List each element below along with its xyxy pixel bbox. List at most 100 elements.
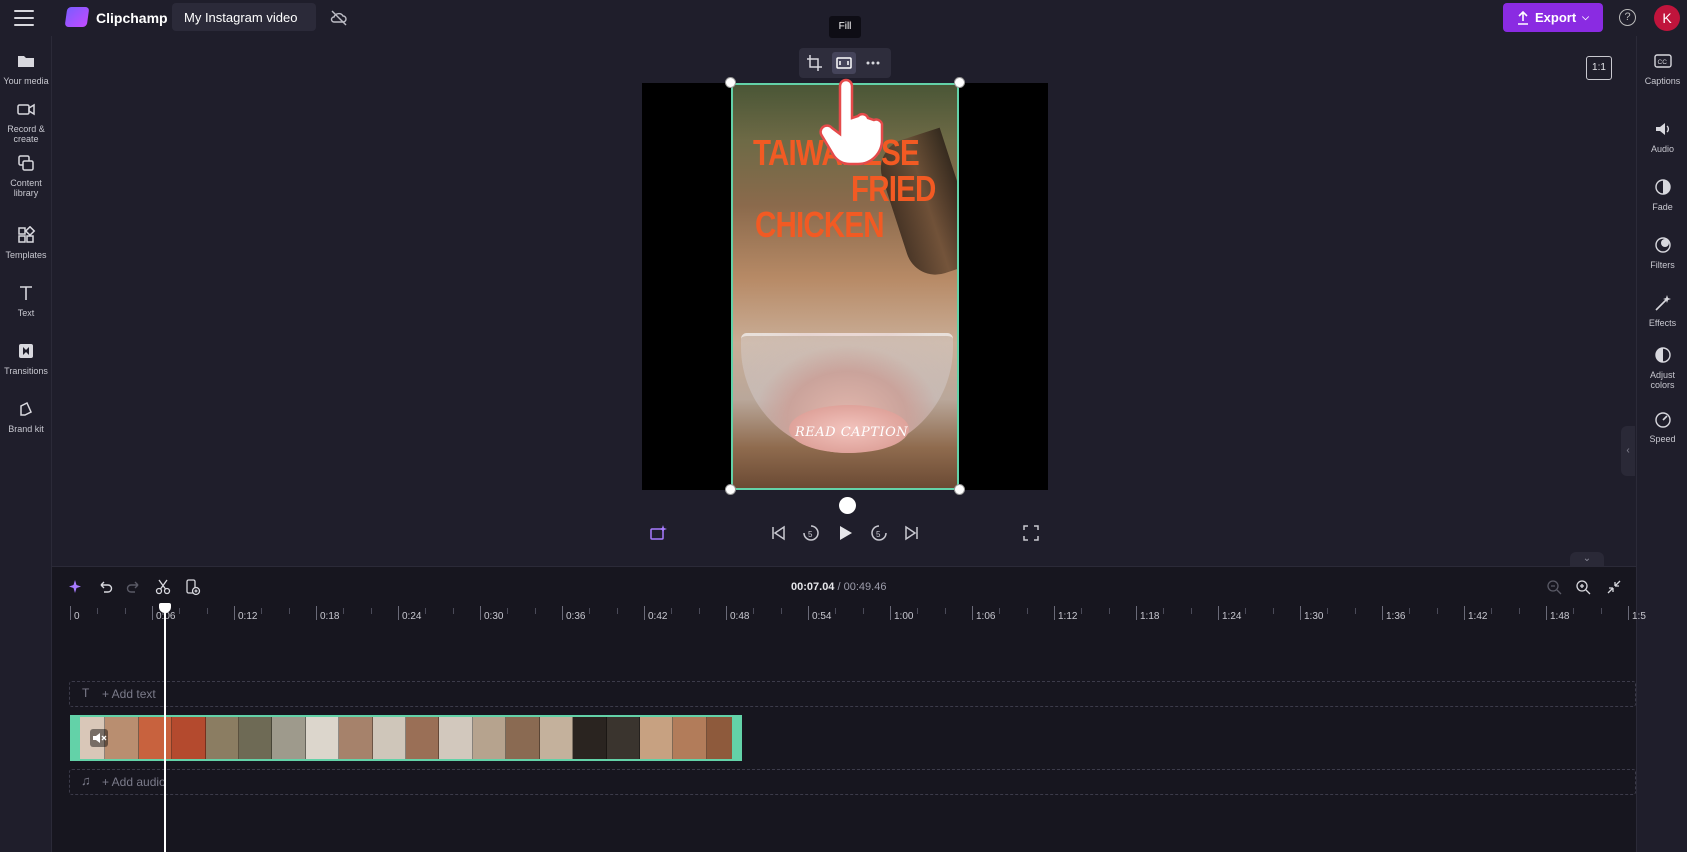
ruler-minor-tick bbox=[1600, 608, 1602, 614]
sidebar-item-label: Your media bbox=[3, 76, 49, 86]
clip-thumbnail bbox=[606, 717, 640, 759]
upload-icon bbox=[1518, 10, 1528, 25]
resize-handle-top-right[interactable] bbox=[954, 77, 965, 88]
add-text-track[interactable]: T + Add text bbox=[69, 681, 1636, 707]
ruler-minor-tick bbox=[671, 608, 673, 614]
ruler-tick bbox=[890, 606, 891, 620]
sidebar-item-captions[interactable]: CC Captions bbox=[1637, 52, 1687, 86]
fit-timeline-icon[interactable] bbox=[1605, 578, 1623, 596]
zoom-in-icon[interactable] bbox=[1574, 578, 1592, 596]
collapse-right-panel-button[interactable]: ‹ bbox=[1621, 426, 1635, 476]
resize-handle-bottom-right[interactable] bbox=[954, 484, 965, 495]
menu-icon[interactable] bbox=[14, 10, 34, 26]
ruler-tick-label: 0:30 bbox=[484, 611, 504, 622]
ruler-minor-tick bbox=[1108, 608, 1110, 614]
export-button[interactable]: Export ⌵ bbox=[1503, 3, 1603, 32]
sidebar-item-label: Content bbox=[10, 178, 42, 188]
ruler-tick bbox=[234, 606, 235, 620]
ruler-minor-tick bbox=[1436, 608, 1438, 614]
total-time: / 00:49.46 bbox=[837, 581, 887, 593]
ruler-minor-tick bbox=[944, 608, 946, 614]
crop-icon[interactable] bbox=[803, 52, 827, 74]
sidebar-item-transitions[interactable]: Transitions bbox=[0, 342, 52, 376]
sidebar-item-templates[interactable]: Templates bbox=[0, 225, 52, 260]
play-icon[interactable] bbox=[835, 523, 855, 543]
sidebar-item-speed[interactable]: Speed bbox=[1637, 410, 1687, 444]
video-clip[interactable] bbox=[70, 715, 742, 761]
fill-icon[interactable] bbox=[832, 52, 856, 74]
add-media-icon[interactable] bbox=[183, 578, 201, 596]
svg-text:5: 5 bbox=[876, 530, 881, 539]
rewind-5-icon[interactable]: 5 bbox=[801, 523, 821, 543]
sidebar-item-audio[interactable]: Audio bbox=[1637, 120, 1687, 154]
playhead[interactable] bbox=[164, 606, 166, 852]
ruler-minor-tick bbox=[1163, 608, 1165, 614]
sidebar-item-adjust-colors[interactable]: Adjust colors bbox=[1637, 346, 1687, 390]
muted-speaker-icon[interactable] bbox=[90, 729, 108, 747]
ruler-tick bbox=[808, 606, 809, 620]
clip-thumbnail bbox=[639, 717, 674, 759]
ruler-tick-label: 0:36 bbox=[566, 611, 586, 622]
fullscreen-icon[interactable] bbox=[1021, 523, 1041, 543]
sidebar-item-label: Speed bbox=[1649, 434, 1676, 444]
ruler-tick bbox=[972, 606, 973, 620]
sidebar-item-your-media[interactable]: Your media bbox=[0, 52, 52, 86]
rotate-handle-icon[interactable] bbox=[839, 497, 856, 514]
ruler-tick bbox=[1218, 606, 1219, 620]
sidebar-item-record-create[interactable]: Record & create bbox=[0, 100, 52, 144]
ruler-minor-tick bbox=[124, 608, 126, 614]
ruler-tick-label: 1:5 bbox=[1632, 611, 1646, 622]
project-title-input[interactable]: My Instagram video bbox=[172, 3, 316, 31]
clip-trim-handle-right[interactable] bbox=[732, 715, 742, 761]
ruler-minor-tick bbox=[507, 608, 509, 614]
sidebar-item-fade[interactable]: Fade bbox=[1637, 178, 1687, 212]
undo-icon[interactable] bbox=[96, 578, 114, 596]
ruler-minor-tick bbox=[917, 608, 919, 614]
skip-to-end-icon[interactable] bbox=[902, 523, 922, 543]
resize-handle-bottom-left[interactable] bbox=[725, 484, 736, 495]
ruler-tick-label: 1:36 bbox=[1386, 611, 1406, 622]
more-options-icon[interactable] bbox=[861, 52, 885, 74]
help-icon[interactable]: ? bbox=[1619, 9, 1636, 26]
magic-edit-icon[interactable] bbox=[648, 523, 668, 543]
clip-thumbnail bbox=[506, 717, 540, 759]
resize-handle-top-left[interactable] bbox=[725, 77, 736, 88]
ruler-minor-tick bbox=[999, 608, 1001, 614]
ruler-minor-tick bbox=[343, 608, 345, 614]
magic-sparkle-icon[interactable] bbox=[67, 578, 85, 596]
clip-trim-handle-left[interactable] bbox=[70, 715, 80, 761]
ruler-minor-tick bbox=[780, 608, 782, 614]
aspect-ratio-button[interactable]: 1:1 bbox=[1586, 56, 1612, 80]
forward-5-icon[interactable]: 5 bbox=[869, 523, 889, 543]
ruler-tick-label: 1:06 bbox=[976, 611, 996, 622]
sidebar-item-text[interactable]: Text bbox=[0, 284, 52, 318]
add-audio-track[interactable]: ♫ + Add audio bbox=[69, 769, 1636, 795]
ruler-minor-tick bbox=[616, 608, 618, 614]
filters-icon bbox=[1654, 237, 1671, 253]
app-name: Clipchamp bbox=[96, 10, 168, 26]
svg-text:5: 5 bbox=[808, 530, 813, 539]
clip-thumbnail bbox=[673, 717, 707, 759]
sidebar-item-filters[interactable]: Filters bbox=[1637, 236, 1687, 270]
ruler-tick bbox=[398, 606, 399, 620]
avatar[interactable]: K bbox=[1654, 5, 1680, 31]
ruler-tick bbox=[644, 606, 645, 620]
ruler-minor-tick bbox=[1518, 608, 1520, 614]
sidebar-item-brand-kit[interactable]: Brand kit bbox=[0, 400, 52, 434]
skip-to-start-icon[interactable] bbox=[768, 523, 788, 543]
export-label: Export bbox=[1535, 10, 1577, 25]
sidebar-item-content-library[interactable]: Content library bbox=[0, 154, 52, 198]
brand-kit-icon bbox=[20, 401, 32, 416]
clip-thumbnail bbox=[239, 717, 273, 759]
sidebar-item-label: Transitions bbox=[4, 366, 48, 376]
sidebar-item-effects[interactable]: Effects bbox=[1637, 294, 1687, 328]
cloud-off-icon[interactable] bbox=[330, 9, 348, 27]
ruler-tick-label: 1:12 bbox=[1058, 611, 1078, 622]
ruler-tick-label: 0:48 bbox=[730, 611, 750, 622]
ruler-minor-tick bbox=[97, 608, 99, 614]
captions-icon: CC bbox=[1653, 54, 1672, 68]
add-audio-label: + Add audio bbox=[102, 775, 166, 789]
collapse-preview-button[interactable]: ⌄ bbox=[1570, 552, 1604, 566]
split-scissors-icon[interactable] bbox=[154, 578, 172, 596]
ruler-minor-tick bbox=[862, 608, 864, 614]
